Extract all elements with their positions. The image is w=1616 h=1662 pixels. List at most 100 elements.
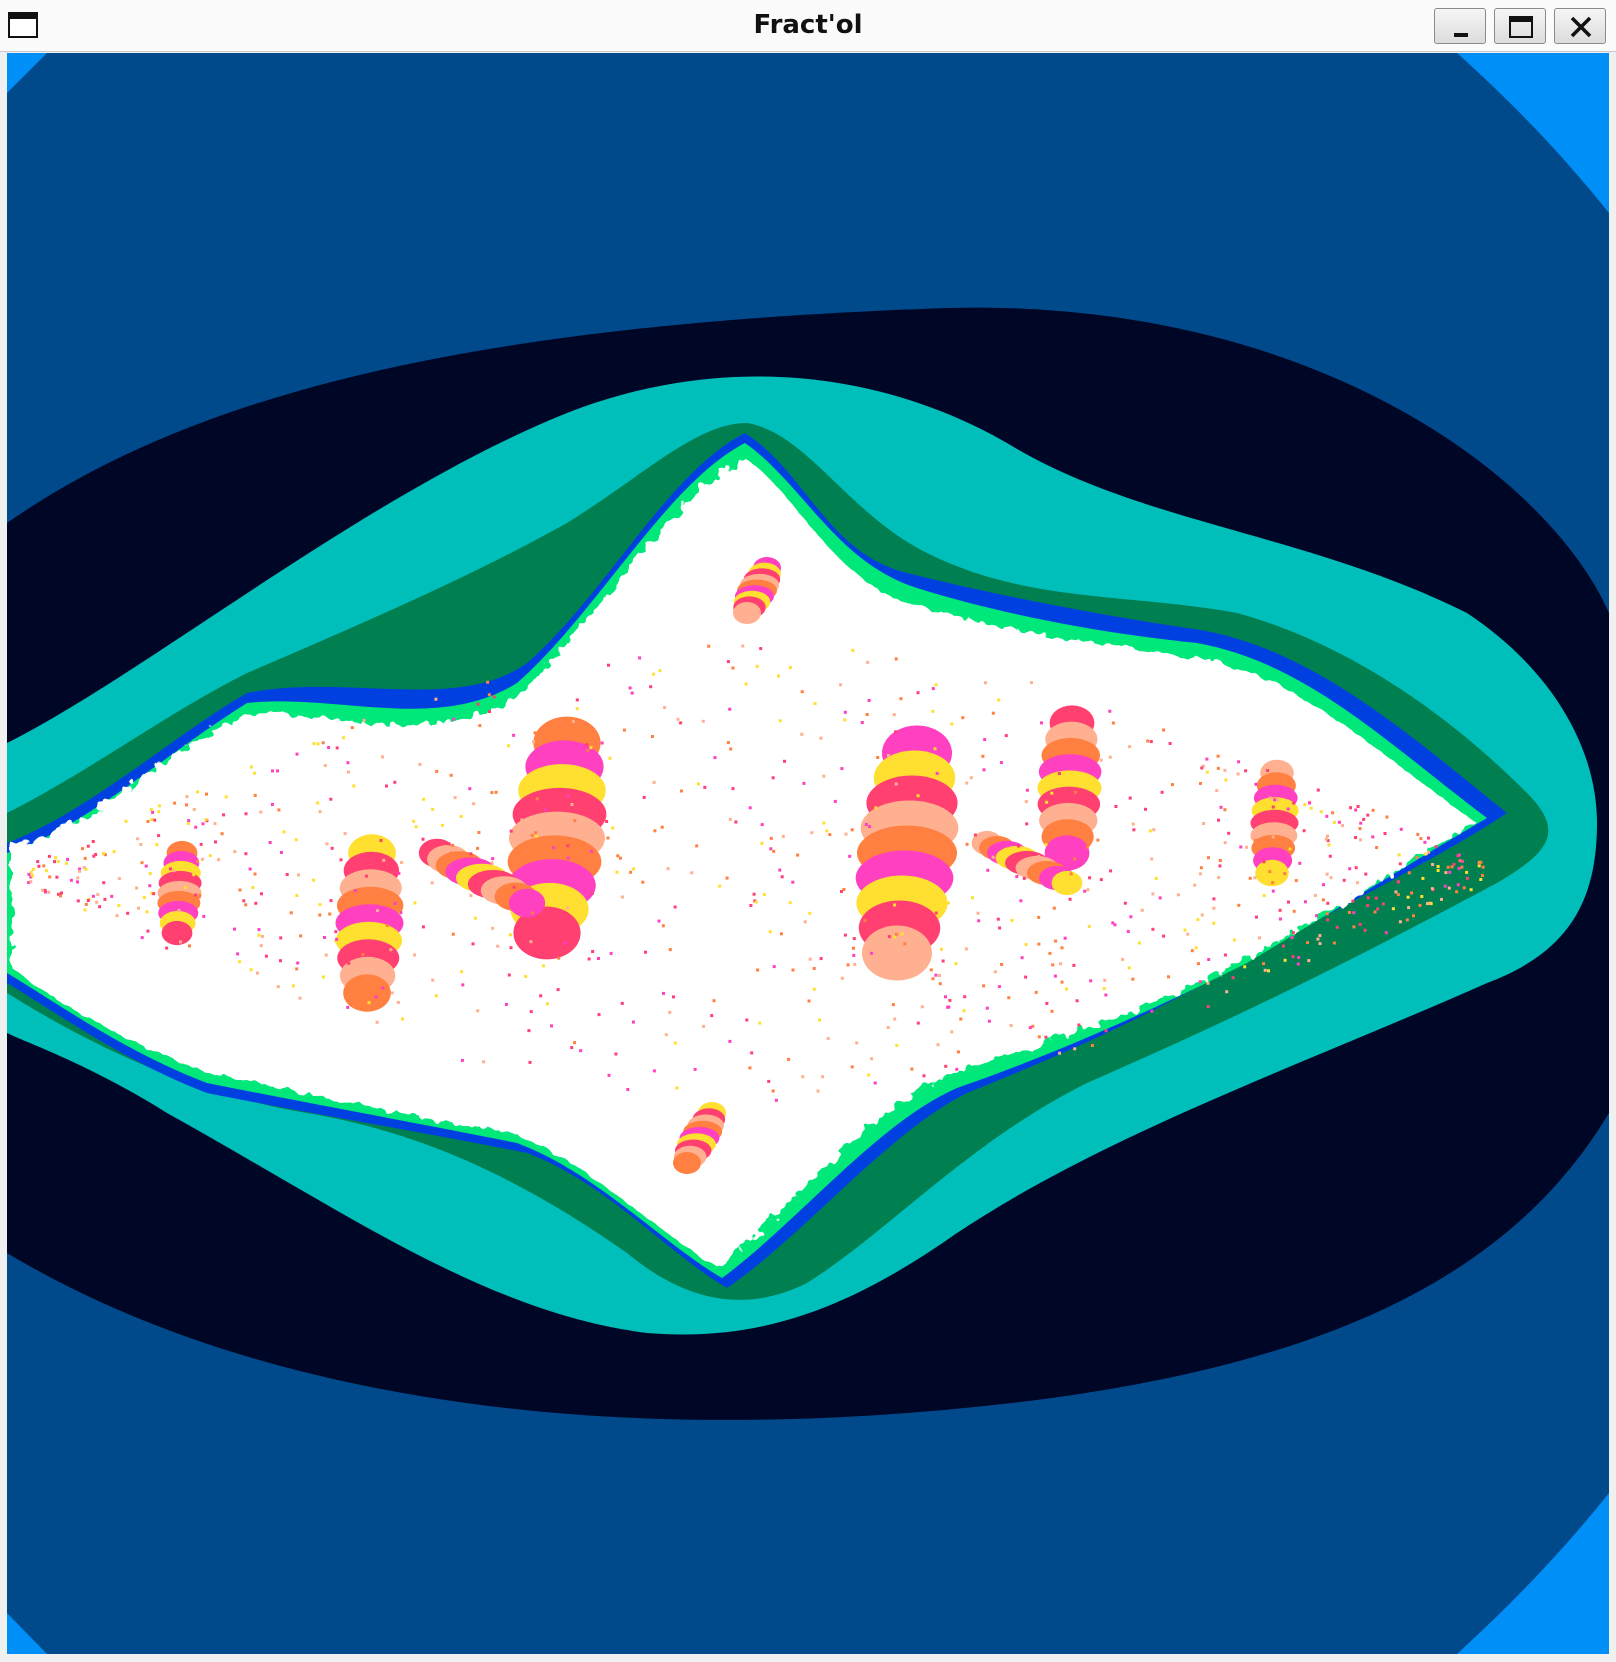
speckle [1022,876,1026,880]
speckle [1199,782,1202,785]
speckle [43,888,47,892]
speckle [1267,969,1270,973]
speckle [741,644,745,648]
speckle [449,851,453,855]
speckle [379,839,383,842]
speckle [758,1021,762,1025]
speckle [985,1006,989,1010]
speckle [1376,907,1380,911]
speckle [1282,944,1285,948]
speckle [1075,999,1079,1003]
speckle [1292,909,1296,913]
speckle [188,944,191,948]
speckle [1465,870,1469,874]
speckle [1469,888,1473,892]
speckle [750,1051,754,1055]
speckle [1167,975,1170,979]
speckle [550,1024,553,1028]
speckle [524,975,528,978]
speckle [922,1074,926,1078]
speckle [1423,852,1427,856]
speckle [840,767,844,771]
speckle [1069,872,1073,876]
speckle [381,755,384,759]
speckle [894,730,898,734]
speckle [1020,956,1024,960]
speckle [323,764,327,767]
speckle [192,808,196,811]
speckle [652,780,656,784]
speckle [826,1037,830,1041]
speckle [363,969,366,972]
speckle [771,776,775,780]
speckle [1048,951,1052,955]
speckle [447,842,451,846]
maximize-button[interactable] [1494,8,1546,44]
speckle [48,875,52,879]
speckle [177,876,181,880]
fractal-canvas[interactable] [7,53,1609,1654]
minimize-button[interactable] [1434,8,1486,44]
speckle [1231,976,1235,980]
speckle [382,858,386,862]
speckle [840,976,844,980]
minimize-icon [1454,33,1468,37]
speckle [936,1043,940,1047]
speckle [1352,911,1356,915]
speckle [1212,921,1216,925]
speckle [1072,963,1076,967]
speckle [866,660,870,664]
speckle [1102,987,1106,991]
speckle [222,813,226,817]
speckle [1266,769,1270,772]
speckle [146,929,150,933]
speckle [352,784,356,788]
speckle [1000,963,1004,966]
speckle [449,773,453,777]
window-menu-icon[interactable] [8,12,38,38]
speckle [664,1033,668,1037]
close-button[interactable] [1554,8,1606,44]
speckle [335,937,339,941]
speckle [620,895,624,899]
speckle [1128,745,1132,749]
speckle [961,716,965,720]
speckle [1423,840,1427,844]
speckle [1358,827,1362,831]
speckle [1131,977,1135,981]
speckle [1396,893,1400,897]
speckle [969,776,973,780]
speckle [1015,875,1019,879]
speckle [41,888,44,892]
speckle [575,707,579,711]
speckle [842,888,846,891]
speckle [196,790,200,794]
speckle [1354,836,1357,839]
speckle [399,911,403,915]
speckle [1034,990,1038,994]
speckle [196,859,199,863]
speckle [772,849,776,853]
speckle [343,832,347,836]
speckle [802,781,806,785]
speckle [244,812,248,816]
speckle [570,1046,574,1050]
speckle [1162,728,1166,732]
speckle [611,826,615,830]
speckle [1219,805,1223,809]
speckle [748,806,752,810]
speckle [1277,780,1281,784]
speckle [852,937,856,941]
speckle [504,1003,508,1006]
speckle [259,810,263,814]
title-bar[interactable]: Fract'ol [0,0,1616,52]
speckle [520,818,524,822]
speckle [224,795,228,799]
speckle [1194,946,1198,950]
speckle [60,891,63,895]
speckle [1114,805,1118,808]
speckle [1291,955,1295,959]
speckle [1074,790,1078,794]
speckle [385,924,389,927]
speckle [257,933,261,937]
